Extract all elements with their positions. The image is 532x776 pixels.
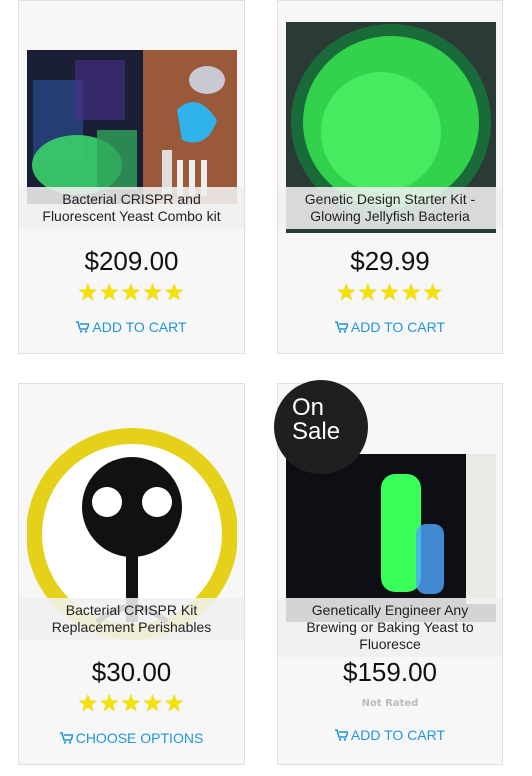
add-to-cart-button[interactable]: ADD TO CART — [278, 727, 502, 744]
product-photo — [286, 454, 496, 622]
product-title[interactable]: Bacterial CRISPR Kit Replacement Perisha… — [19, 598, 244, 640]
add-to-cart-label: ADD TO CART — [92, 319, 187, 335]
product-price: $159.00 — [343, 657, 437, 687]
product-photo — [27, 50, 237, 204]
product-card[interactable]: Bacterial CRISPR Kit Replacement Perisha… — [18, 383, 245, 765]
add-to-cart-label: ADD TO CART — [350, 727, 446, 743]
cart-icon — [334, 320, 350, 336]
cart-icon — [59, 731, 74, 747]
rating-stars: ★★★★★ — [77, 690, 186, 716]
product-price: $30.00 — [91, 657, 172, 687]
on-sale-badge: On Sale — [274, 380, 368, 474]
rating-status: Not Rated — [361, 698, 419, 709]
add-to-cart-label: ADD TO CART — [350, 319, 446, 335]
cart-icon — [76, 320, 91, 336]
choose-options-button[interactable]: CHOOSE OPTIONS — [19, 730, 244, 747]
product-price: $209.00 — [84, 246, 179, 276]
sale-badge-line2: Sale — [292, 418, 341, 445]
product-image[interactable] — [286, 454, 496, 622]
rating-stars: ★★★★★ — [335, 279, 445, 305]
product-title[interactable]: Genetic Design Starter Kit - Glowing Jel… — [278, 187, 502, 229]
product-title[interactable]: Genetically Engineer Any Brewing or Baki… — [278, 598, 502, 657]
product-title[interactable]: Bacterial CRISPR and Fluorescent Yeast C… — [19, 187, 244, 229]
sale-badge-line1: On — [292, 394, 325, 421]
product-price: $29.99 — [350, 246, 430, 276]
product-card[interactable]: Genetic Design Starter Kit - Glowing Jel… — [277, 0, 503, 354]
add-to-cart-button[interactable]: ADD TO CART — [19, 319, 244, 336]
product-card[interactable]: Bacterial CRISPR and Fluorescent Yeast C… — [18, 0, 245, 354]
add-to-cart-button[interactable]: ADD TO CART — [278, 319, 502, 336]
product-image[interactable] — [27, 50, 237, 204]
cart-icon — [334, 728, 350, 744]
choose-options-label: CHOOSE OPTIONS — [75, 730, 204, 746]
rating-stars: ★★★★★ — [77, 279, 186, 305]
